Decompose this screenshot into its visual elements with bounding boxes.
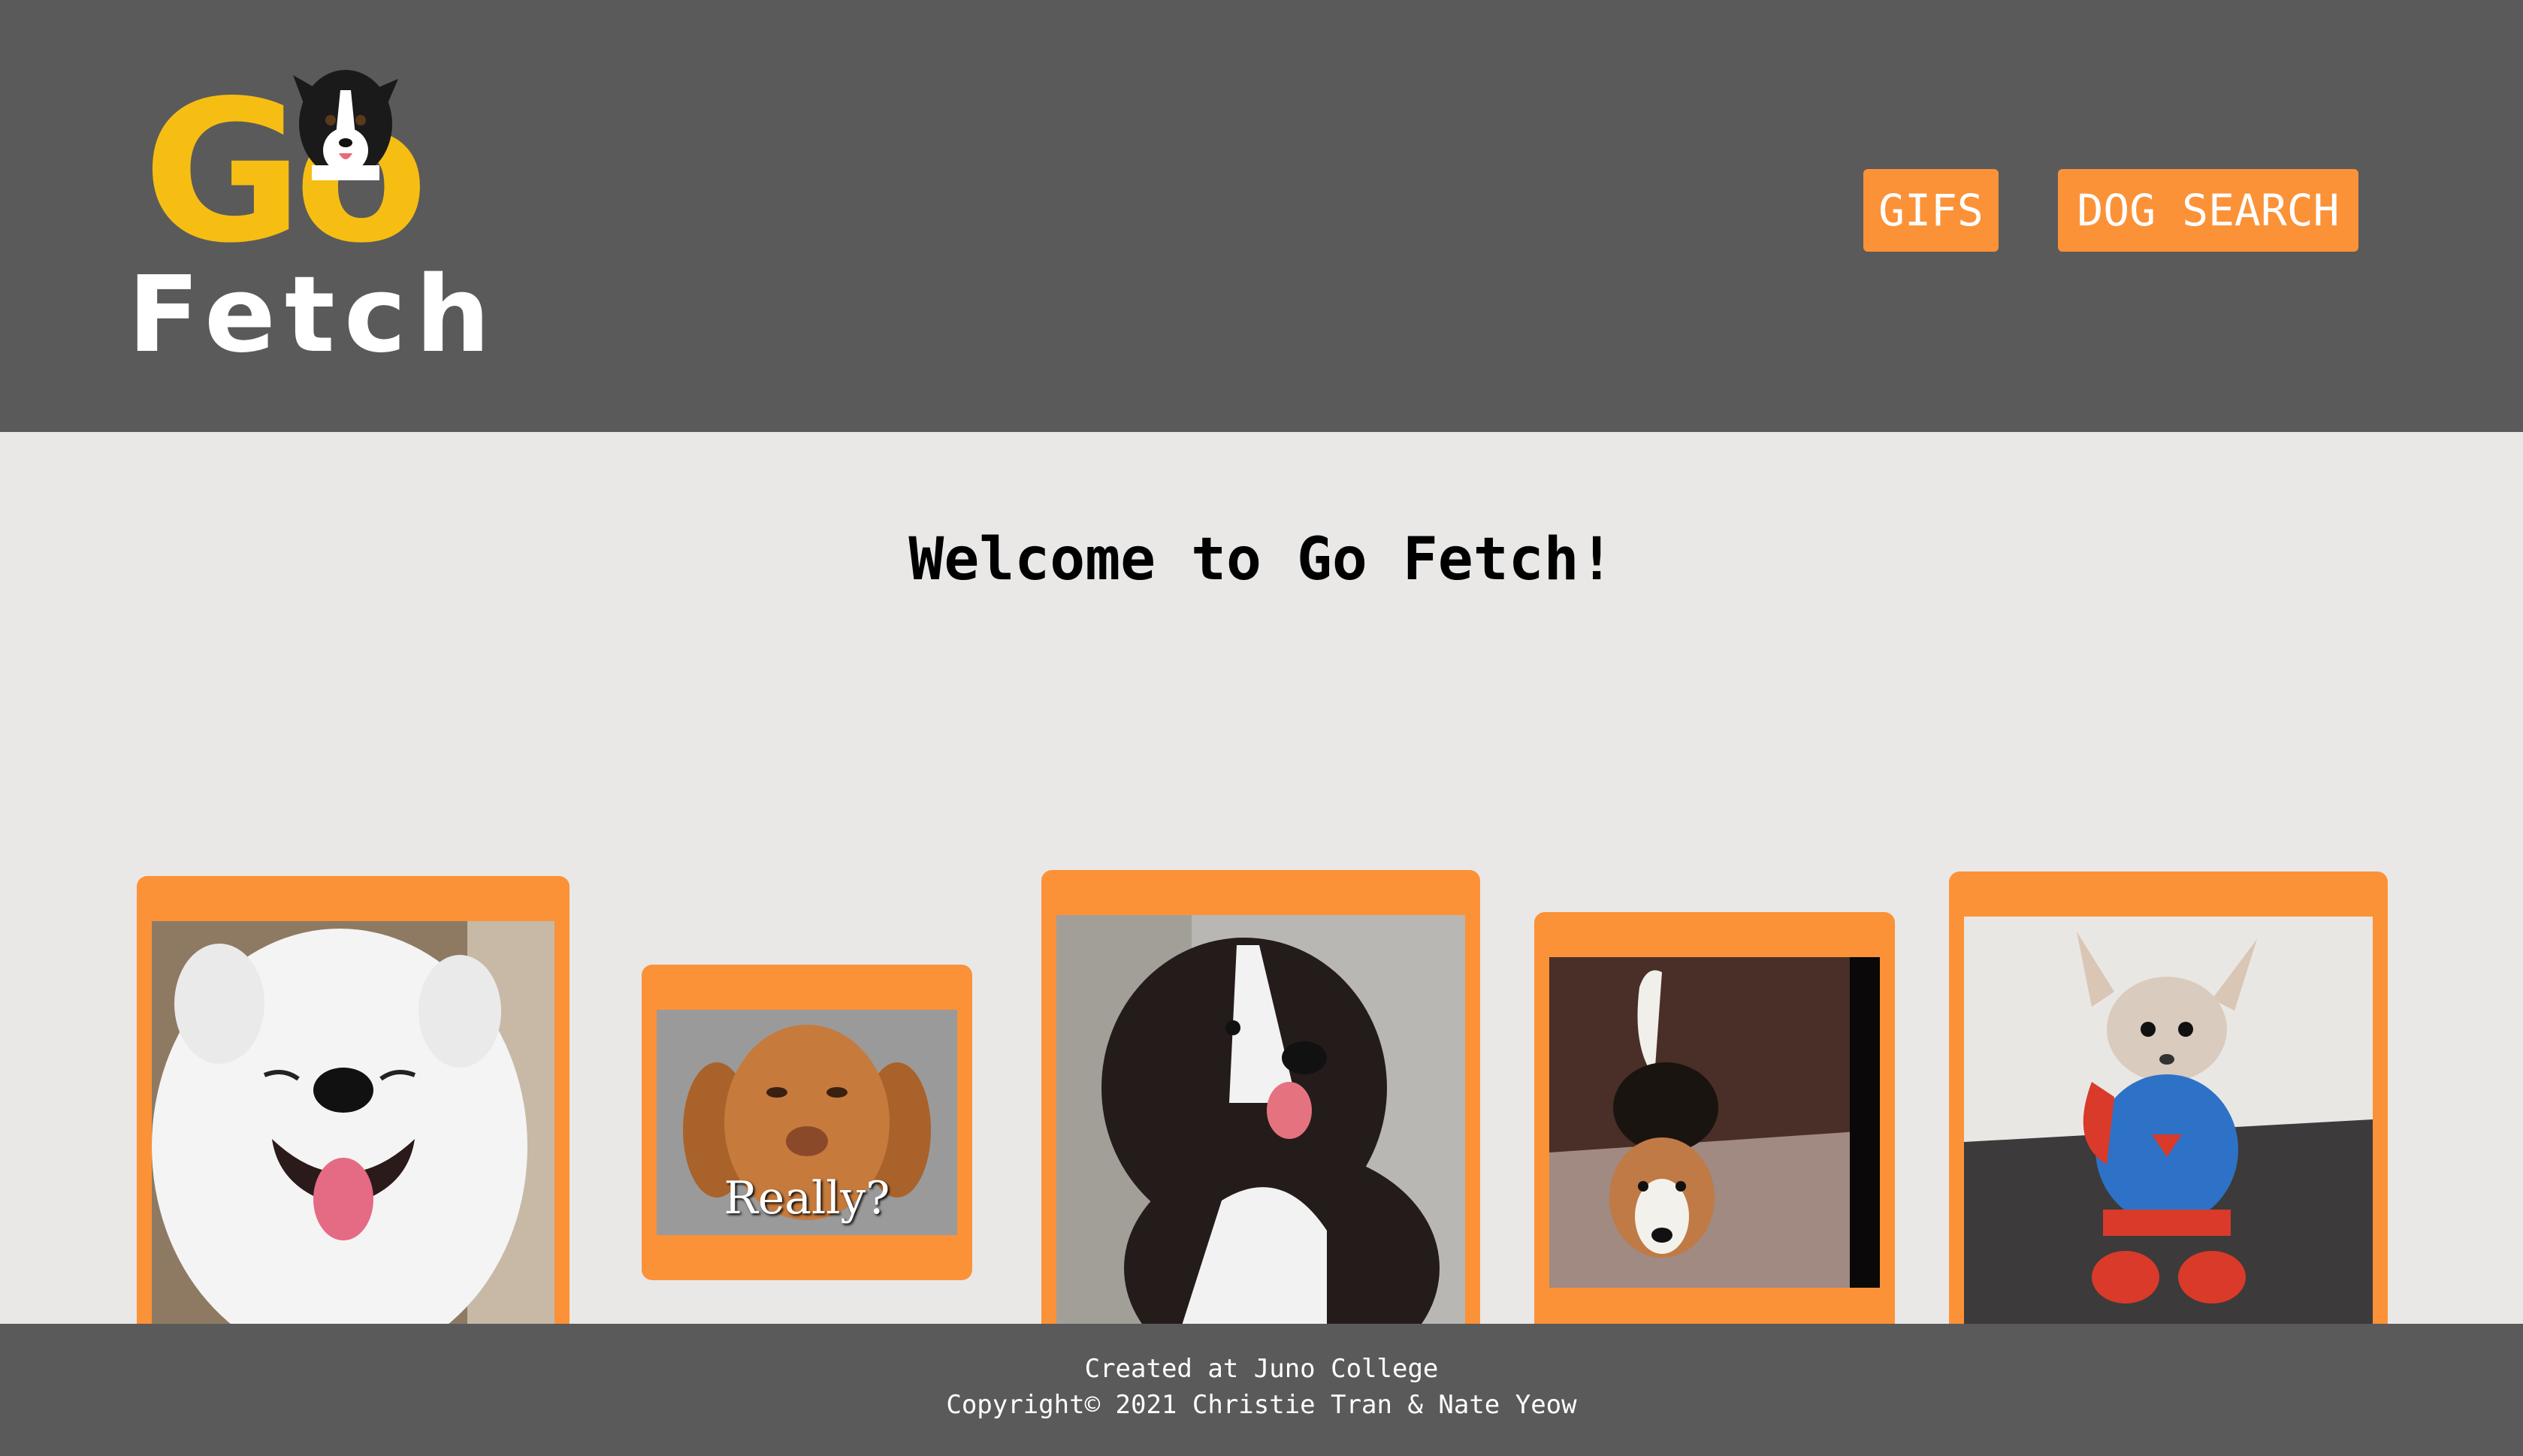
site-footer: Created at Juno College Copyright© 2021 …: [0, 1324, 2523, 1456]
nav-dog-search-button[interactable]: DOG SEARCH: [2058, 169, 2358, 252]
nav-gifs-button[interactable]: GIFS: [1863, 169, 1999, 252]
dog-photo: [1549, 957, 1880, 1288]
white-dog-image: [152, 921, 554, 1342]
gif-card[interactable]: [1949, 871, 2388, 1342]
dog-photo: [152, 921, 554, 1342]
gif-card[interactable]: [137, 876, 570, 1342]
logo-fetch-text: Fetch: [128, 254, 500, 376]
gif-card[interactable]: Really?: [642, 965, 972, 1280]
meme-caption: Really?: [724, 1172, 890, 1225]
site-header: Go Fetch GIFS DOG SEARCH: [0, 0, 2523, 432]
go-fetch-logo[interactable]: Go Fetch: [120, 60, 491, 368]
beagle-image: [1549, 957, 1880, 1288]
dog-photo: Really?: [657, 1010, 957, 1235]
footer-created-text: Created at Juno College: [1084, 1354, 1439, 1384]
page-title: Welcome to Go Fetch!: [908, 526, 1615, 594]
dog-photo: [1056, 915, 1465, 1342]
chihuahua-image: [1964, 917, 2373, 1342]
logo-dog-icon: [293, 70, 398, 180]
dog-photo: [1964, 917, 2373, 1342]
gif-card[interactable]: [1534, 912, 1895, 1342]
footer-copyright-text: Copyright© 2021 Christie Tran & Nate Yeo…: [946, 1390, 1577, 1420]
black-white-dog-image: [1056, 915, 1465, 1342]
gif-card[interactable]: [1041, 870, 1480, 1342]
